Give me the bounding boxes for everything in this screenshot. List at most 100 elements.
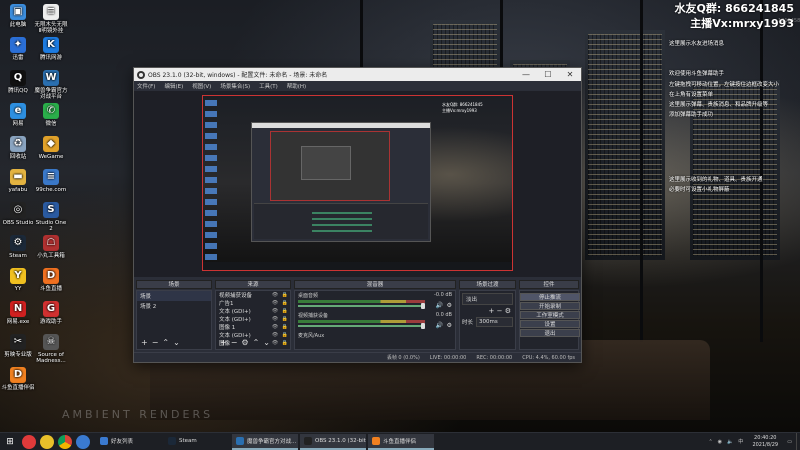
desktop-icon[interactable]: K 腾讯网游 <box>34 37 68 61</box>
minimize-button[interactable]: — <box>515 70 537 79</box>
source-item[interactable]: 图像 1 👁 🔒 <box>216 323 290 331</box>
file-explorer-icon[interactable] <box>40 434 54 449</box>
gear-icon[interactable]: ⚙ <box>447 322 452 329</box>
desktop-icon[interactable]: W 魔兽争霸官方对战平台 <box>34 70 68 100</box>
add-transition-button[interactable]: + <box>489 307 495 315</box>
settings-button[interactable]: 设置 <box>520 320 580 328</box>
network-icon[interactable]: ◉ <box>718 439 722 445</box>
scene-item[interactable]: 场景 2 <box>137 301 211 311</box>
menu-tools[interactable]: 工具(T) <box>259 82 278 90</box>
menu-edit[interactable]: 编辑(E) <box>164 82 183 90</box>
windows-start-icon[interactable]: ⊞ <box>0 437 20 447</box>
input-method-icon[interactable]: 中 <box>738 438 743 445</box>
obs-titlebar[interactable]: OBS 23.1.0 (32-bit, windows) - 配置文件: 未命名… <box>134 68 581 81</box>
eye-icon[interactable]: 👁 <box>270 300 280 306</box>
lock-icon[interactable]: 🔒 <box>280 308 290 314</box>
move-down-button[interactable]: ⌄ <box>173 338 184 347</box>
lock-icon[interactable]: 🔒 <box>280 292 290 298</box>
add-source-button[interactable]: + <box>220 338 231 347</box>
menu-help[interactable]: 帮助(H) <box>287 82 306 90</box>
show-desktop-button[interactable] <box>796 432 800 450</box>
taskbar-app-button[interactable]: Steam <box>164 434 230 450</box>
desktop-icon[interactable]: S Studio One 2 <box>34 202 68 232</box>
desktop-icon[interactable]: ✂ 剪映专业版 <box>1 334 35 358</box>
stop-streaming-button[interactable]: 停止推流 <box>520 293 580 301</box>
duration-input[interactable]: 300ms <box>476 317 513 327</box>
desktop-icon[interactable]: Y YY <box>1 268 35 292</box>
transition-select[interactable]: 淡出 <box>462 293 513 305</box>
menu-file[interactable]: 文件(F) <box>137 82 155 90</box>
maximize-button[interactable]: ☐ <box>537 70 559 79</box>
menu-view[interactable]: 视图(V) <box>192 82 211 90</box>
volume-slider[interactable] <box>298 323 425 329</box>
move-down-button[interactable]: ⌄ <box>263 338 274 347</box>
obs-preview-canvas[interactable]: 水友Q群: 866241845 主播Vx:mrxy1993 <box>202 95 513 271</box>
desktop-icon[interactable]: ◎ OBS Studio <box>1 202 35 226</box>
eye-icon[interactable]: 👁 <box>270 308 280 314</box>
desktop-icon[interactable]: e 网易 <box>1 103 35 127</box>
taskbar-app-button[interactable]: 斗鱼直播伴侣 <box>368 433 434 450</box>
desktop-icon[interactable]: Q 腾讯QQ <box>1 70 35 94</box>
gear-icon[interactable]: ⚙ <box>447 302 452 309</box>
gear-icon[interactable]: ⚙ <box>505 307 511 315</box>
eye-icon[interactable]: 👁 <box>270 292 280 298</box>
lock-icon[interactable]: 🔒 <box>280 324 290 330</box>
desktop-icon[interactable]: ⚙ Steam <box>1 235 35 259</box>
speaker-icon[interactable]: 🔊 <box>436 322 443 329</box>
studio-mode-button[interactable]: 工作室模式 <box>520 311 580 319</box>
remove-source-button[interactable]: − <box>231 338 242 347</box>
taskbar-app-button[interactable]: OBS 23.1.0 (32-bit... <box>300 433 366 450</box>
add-scene-button[interactable]: + <box>141 338 152 347</box>
lock-icon[interactable]: 🔒 <box>280 340 290 346</box>
eye-icon[interactable]: 👁 <box>270 324 280 330</box>
close-button[interactable]: ✕ <box>559 70 581 79</box>
desktop-icon[interactable]: D 斗鱼直播 <box>34 268 68 292</box>
source-item[interactable]: 文本 (GDI+) 👁 🔒 <box>216 315 290 323</box>
move-up-button[interactable]: ⌃ <box>162 338 173 347</box>
wechat-text: 主播Vx:mrxy1993 <box>690 17 794 30</box>
remove-transition-button[interactable]: − <box>497 307 503 315</box>
eye-icon[interactable]: 👁 <box>270 316 280 322</box>
source-item[interactable]: 视频捕获设备 👁 🔒 <box>216 291 290 299</box>
desktop-icon[interactable]: G 游戏助手 <box>34 301 68 325</box>
volume-slider[interactable] <box>298 303 425 309</box>
source-settings-button[interactable]: ⚙ <box>241 338 252 347</box>
exit-button[interactable]: 退出 <box>520 329 580 337</box>
browser-icon[interactable] <box>22 434 36 449</box>
desktop-icon[interactable]: N 网易.exe <box>1 301 35 325</box>
lock-icon[interactable]: 🔒 <box>280 332 290 338</box>
desktop-icon[interactable]: ≡ 99che.com <box>34 169 68 193</box>
move-up-button[interactable]: ⌃ <box>253 338 264 347</box>
volume-icon[interactable]: 🔈 <box>727 439 733 445</box>
chrome-icon[interactable] <box>58 434 72 449</box>
menu-scene-collection[interactable]: 场景集合(S) <box>220 82 250 90</box>
desktop-icon[interactable]: ◆ WeGame <box>34 136 68 160</box>
source-item[interactable]: 广告1 👁 🔒 <box>216 299 290 307</box>
desktop-icon[interactable]: ▣ 此电脑 <box>1 4 35 28</box>
taskbar-app-button[interactable]: 魔兽争霸官方对战... <box>232 433 298 450</box>
obs-window[interactable]: OBS 23.1.0 (32-bit, windows) - 配置文件: 未命名… <box>133 67 582 363</box>
start-recording-button[interactable]: 开始录制 <box>520 302 580 310</box>
desktop-icon[interactable]: D 斗鱼直播伴侣 <box>1 367 35 391</box>
desktop-icon-label: 网易.exe <box>6 319 30 325</box>
desktop-icon[interactable]: ▬ yafabu <box>1 169 35 193</box>
speaker-icon[interactable]: 🔊 <box>436 302 443 309</box>
taskbar-app-button[interactable]: 好友列表 <box>96 434 162 450</box>
desktop-icon[interactable]: ☠ Source of Madness... <box>34 334 68 364</box>
lock-icon[interactable]: 🔒 <box>280 300 290 306</box>
scene-item[interactable]: 场景 <box>137 291 211 301</box>
lock-icon[interactable]: 🔒 <box>280 316 290 322</box>
desktop-icon[interactable]: ♻ 回收站 <box>1 136 35 160</box>
desktop-icon[interactable]: ✆ 微信 <box>34 103 68 127</box>
obs-menubar: 文件(F) 编辑(E) 视图(V) 场景集合(S) 工具(T) 帮助(H) <box>134 81 581 91</box>
clock[interactable]: 20:40:20 2021/8/29 <box>748 435 782 448</box>
app-icon[interactable] <box>76 434 90 449</box>
desktop-icon[interactable]: ≡ 无限木头无限 Ⅱ明镜外挂 <box>34 4 68 34</box>
desktop-icon[interactable]: ☖ 小丸工具箱 <box>34 235 68 259</box>
tray-icon[interactable]: ⌃ <box>708 439 712 445</box>
source-item[interactable]: 文本 (GDI+) 👁 🔒 <box>216 307 290 315</box>
remove-scene-button[interactable]: − <box>152 338 163 347</box>
clock-date: 2021/8/29 <box>752 441 779 448</box>
notification-icon[interactable]: ▭ <box>787 439 792 445</box>
desktop-icon[interactable]: ✦ 迅雷 <box>1 37 35 61</box>
